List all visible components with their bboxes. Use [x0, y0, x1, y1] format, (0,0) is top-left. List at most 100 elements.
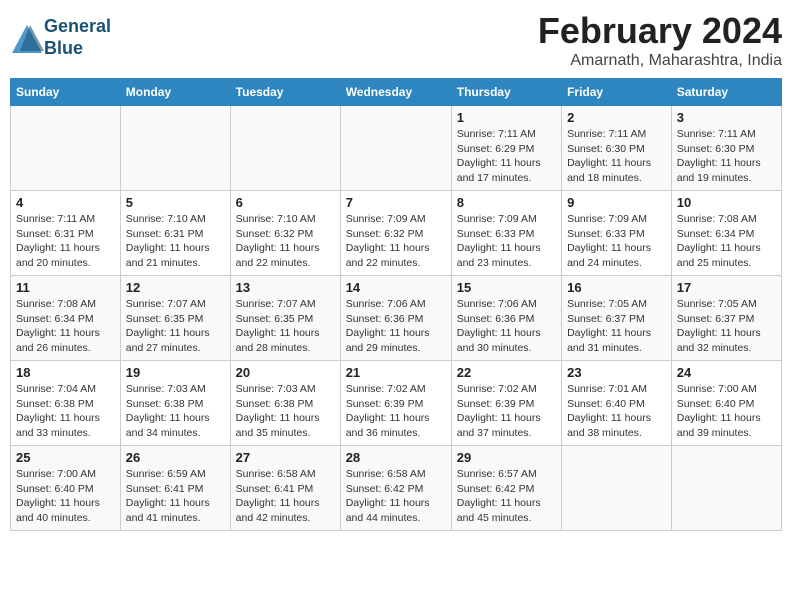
- calendar-cell: 9 Sunrise: 7:09 AM Sunset: 6:33 PM Daylig…: [562, 191, 672, 276]
- day-number: 14: [346, 280, 446, 295]
- calendar-cell: 6 Sunrise: 7:10 AM Sunset: 6:32 PM Daylig…: [230, 191, 340, 276]
- calendar-cell: 21 Sunrise: 7:02 AM Sunset: 6:39 PM Dayli…: [340, 361, 451, 446]
- day-number: 5: [126, 195, 225, 210]
- logo-icon: [10, 23, 40, 53]
- day-info: Sunrise: 7:09 AM Sunset: 6:33 PM Dayligh…: [457, 212, 556, 271]
- calendar-cell: 12 Sunrise: 7:07 AM Sunset: 6:35 PM Dayli…: [120, 276, 230, 361]
- day-info: Sunrise: 6:58 AM Sunset: 6:42 PM Dayligh…: [346, 467, 446, 526]
- day-info: Sunrise: 7:05 AM Sunset: 6:37 PM Dayligh…: [677, 297, 776, 356]
- day-info: Sunrise: 7:08 AM Sunset: 6:34 PM Dayligh…: [677, 212, 776, 271]
- calendar-cell: 28 Sunrise: 6:58 AM Sunset: 6:42 PM Dayli…: [340, 446, 451, 531]
- day-info: Sunrise: 7:11 AM Sunset: 6:29 PM Dayligh…: [457, 127, 556, 186]
- week-row-4: 18 Sunrise: 7:04 AM Sunset: 6:38 PM Dayli…: [11, 361, 782, 446]
- day-number: 3: [677, 110, 776, 125]
- week-row-5: 25 Sunrise: 7:00 AM Sunset: 6:40 PM Dayli…: [11, 446, 782, 531]
- calendar-cell: 22 Sunrise: 7:02 AM Sunset: 6:39 PM Dayli…: [451, 361, 561, 446]
- day-number: 20: [236, 365, 335, 380]
- day-info: Sunrise: 7:00 AM Sunset: 6:40 PM Dayligh…: [16, 467, 115, 526]
- day-number: 15: [457, 280, 556, 295]
- day-number: 4: [16, 195, 115, 210]
- day-info: Sunrise: 6:58 AM Sunset: 6:41 PM Dayligh…: [236, 467, 335, 526]
- calendar-cell: 8Sunrise: 7:09 AM Sunset: 6:33 PM Daylig…: [451, 191, 561, 276]
- day-number: 18: [16, 365, 115, 380]
- day-info: Sunrise: 7:08 AM Sunset: 6:34 PM Dayligh…: [16, 297, 115, 356]
- day-number: 7: [346, 195, 446, 210]
- weekday-header-thursday: Thursday: [451, 79, 561, 106]
- day-number: 28: [346, 450, 446, 465]
- day-info: Sunrise: 7:02 AM Sunset: 6:39 PM Dayligh…: [346, 382, 446, 441]
- calendar-cell: 15 Sunrise: 7:06 AM Sunset: 6:36 PM Dayli…: [451, 276, 561, 361]
- day-number: 24: [677, 365, 776, 380]
- weekday-header-sunday: Sunday: [11, 79, 121, 106]
- day-info: Sunrise: 7:00 AM Sunset: 6:40 PM Dayligh…: [677, 382, 776, 441]
- day-number: 1: [457, 110, 556, 125]
- day-info: Sunrise: 7:06 AM Sunset: 6:36 PM Dayligh…: [346, 297, 446, 356]
- day-number: 9: [567, 195, 666, 210]
- day-info: Sunrise: 7:05 AM Sunset: 6:37 PM Dayligh…: [567, 297, 666, 356]
- calendar-table: SundayMondayTuesdayWednesdayThursdayFrid…: [10, 78, 782, 531]
- day-number: 17: [677, 280, 776, 295]
- calendar-cell: 29 Sunrise: 6:57 AM Sunset: 6:42 PM Dayli…: [451, 446, 561, 531]
- calendar-cell: 2Sunrise: 7:11 AM Sunset: 6:30 PM Daylig…: [562, 106, 672, 191]
- logo-text: General Blue: [44, 16, 111, 59]
- day-info: Sunrise: 7:10 AM Sunset: 6:32 PM Dayligh…: [236, 212, 335, 271]
- calendar-cell: 25 Sunrise: 7:00 AM Sunset: 6:40 PM Dayli…: [11, 446, 121, 531]
- day-info: Sunrise: 7:07 AM Sunset: 6:35 PM Dayligh…: [236, 297, 335, 356]
- calendar-cell: 7 Sunrise: 7:09 AM Sunset: 6:32 PM Daylig…: [340, 191, 451, 276]
- calendar-cell: [340, 106, 451, 191]
- calendar-cell: 20 Sunrise: 7:03 AM Sunset: 6:38 PM Dayli…: [230, 361, 340, 446]
- weekday-header-saturday: Saturday: [671, 79, 781, 106]
- calendar-cell: 26Sunrise: 6:59 AM Sunset: 6:41 PM Dayli…: [120, 446, 230, 531]
- day-info: Sunrise: 7:11 AM Sunset: 6:31 PM Dayligh…: [16, 212, 115, 271]
- calendar-cell: 1 Sunrise: 7:11 AM Sunset: 6:29 PM Daylig…: [451, 106, 561, 191]
- page-header: General Blue February 2024 Amarnath, Mah…: [10, 10, 782, 70]
- day-number: 16: [567, 280, 666, 295]
- day-info: Sunrise: 7:03 AM Sunset: 6:38 PM Dayligh…: [236, 382, 335, 441]
- day-info: Sunrise: 7:07 AM Sunset: 6:35 PM Dayligh…: [126, 297, 225, 356]
- day-number: 29: [457, 450, 556, 465]
- weekday-header-wednesday: Wednesday: [340, 79, 451, 106]
- day-info: Sunrise: 7:03 AM Sunset: 6:38 PM Dayligh…: [126, 382, 225, 441]
- weekday-header-friday: Friday: [562, 79, 672, 106]
- calendar-cell: 19Sunrise: 7:03 AM Sunset: 6:38 PM Dayli…: [120, 361, 230, 446]
- calendar-cell: 17 Sunrise: 7:05 AM Sunset: 6:37 PM Dayli…: [671, 276, 781, 361]
- day-number: 12: [126, 280, 225, 295]
- calendar-cell: 23 Sunrise: 7:01 AM Sunset: 6:40 PM Dayli…: [562, 361, 672, 446]
- day-number: 25: [16, 450, 115, 465]
- weekday-header-monday: Monday: [120, 79, 230, 106]
- title-section: February 2024 Amarnath, Maharashtra, Ind…: [538, 10, 782, 70]
- week-row-2: 4 Sunrise: 7:11 AM Sunset: 6:31 PM Daylig…: [11, 191, 782, 276]
- day-number: 21: [346, 365, 446, 380]
- day-number: 2: [567, 110, 666, 125]
- month-title: February 2024: [538, 10, 782, 52]
- day-info: Sunrise: 7:04 AM Sunset: 6:38 PM Dayligh…: [16, 382, 115, 441]
- day-info: Sunrise: 7:06 AM Sunset: 6:36 PM Dayligh…: [457, 297, 556, 356]
- day-info: Sunrise: 7:10 AM Sunset: 6:31 PM Dayligh…: [126, 212, 225, 271]
- week-row-3: 11Sunrise: 7:08 AM Sunset: 6:34 PM Dayli…: [11, 276, 782, 361]
- week-row-1: 1 Sunrise: 7:11 AM Sunset: 6:29 PM Daylig…: [11, 106, 782, 191]
- day-info: Sunrise: 6:57 AM Sunset: 6:42 PM Dayligh…: [457, 467, 556, 526]
- calendar-cell: 27Sunrise: 6:58 AM Sunset: 6:41 PM Dayli…: [230, 446, 340, 531]
- day-info: Sunrise: 7:09 AM Sunset: 6:33 PM Dayligh…: [567, 212, 666, 271]
- calendar-cell: 4 Sunrise: 7:11 AM Sunset: 6:31 PM Daylig…: [11, 191, 121, 276]
- day-info: Sunrise: 7:01 AM Sunset: 6:40 PM Dayligh…: [567, 382, 666, 441]
- weekday-header-tuesday: Tuesday: [230, 79, 340, 106]
- day-number: 10: [677, 195, 776, 210]
- day-number: 6: [236, 195, 335, 210]
- calendar-cell: 16 Sunrise: 7:05 AM Sunset: 6:37 PM Dayli…: [562, 276, 672, 361]
- location-title: Amarnath, Maharashtra, India: [538, 52, 782, 70]
- calendar-cell: 13 Sunrise: 7:07 AM Sunset: 6:35 PM Dayli…: [230, 276, 340, 361]
- day-number: 22: [457, 365, 556, 380]
- day-info: Sunrise: 7:09 AM Sunset: 6:32 PM Dayligh…: [346, 212, 446, 271]
- calendar-cell: [562, 446, 672, 531]
- calendar-cell: [230, 106, 340, 191]
- day-info: Sunrise: 6:59 AM Sunset: 6:41 PM Dayligh…: [126, 467, 225, 526]
- weekday-header-row: SundayMondayTuesdayWednesdayThursdayFrid…: [11, 79, 782, 106]
- calendar-cell: 3Sunrise: 7:11 AM Sunset: 6:30 PM Daylig…: [671, 106, 781, 191]
- calendar-cell: 10 Sunrise: 7:08 AM Sunset: 6:34 PM Dayli…: [671, 191, 781, 276]
- day-info: Sunrise: 7:02 AM Sunset: 6:39 PM Dayligh…: [457, 382, 556, 441]
- day-number: 23: [567, 365, 666, 380]
- day-number: 13: [236, 280, 335, 295]
- calendar-cell: 24 Sunrise: 7:00 AM Sunset: 6:40 PM Dayli…: [671, 361, 781, 446]
- calendar-cell: [120, 106, 230, 191]
